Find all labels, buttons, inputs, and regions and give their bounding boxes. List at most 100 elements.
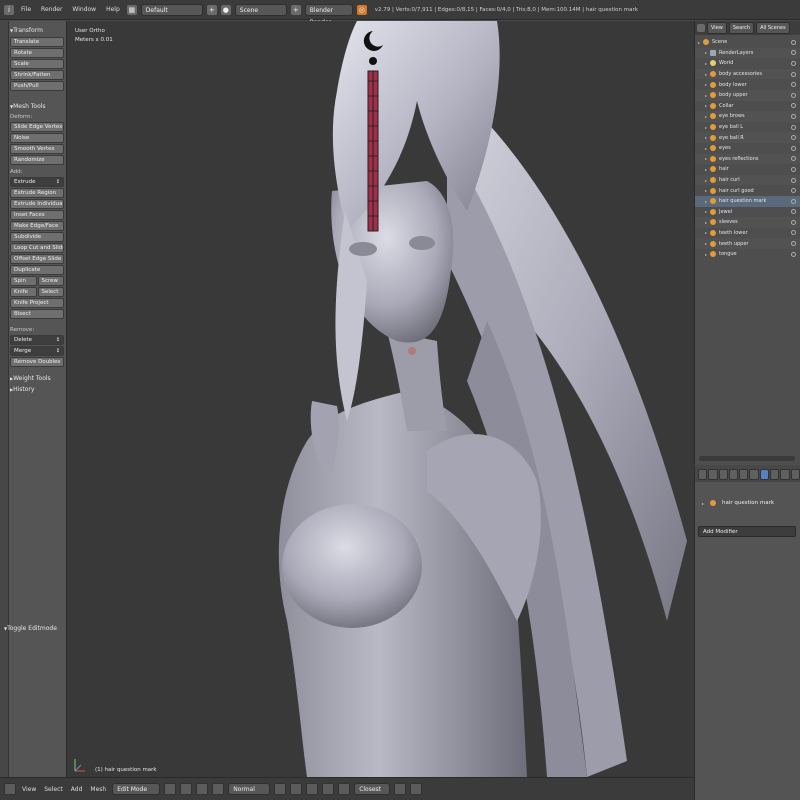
expand-toggle-icon[interactable]: ▸ <box>702 156 710 161</box>
extrude-dropdown[interactable]: Extrude <box>10 177 64 187</box>
expand-toggle-icon[interactable]: ▸ <box>702 50 710 55</box>
outliner-item[interactable]: ▸ body upper <box>695 89 800 101</box>
merge-dropdown[interactable]: Merge <box>10 346 64 356</box>
material-tab-icon[interactable] <box>780 468 790 480</box>
visibility-eye-icon[interactable] <box>791 60 796 66</box>
outliner-item[interactable]: ▸ sleeves <box>695 217 800 228</box>
visibility-eye-icon[interactable] <box>791 50 796 56</box>
outliner-item[interactable]: ▸ tongue <box>695 249 800 260</box>
push-pull-button[interactable]: Push/Pull <box>10 81 64 91</box>
expand-toggle-icon[interactable]: ▸ <box>702 114 710 119</box>
visibility-eye-icon[interactable] <box>791 71 796 77</box>
outliner-item[interactable]: ▸ teeth upper <box>695 238 800 249</box>
outliner-item[interactable]: ▸ hair curl good <box>695 185 800 196</box>
scene-selector[interactable]: Scene <box>234 3 287 16</box>
visibility-eye-icon[interactable] <box>791 251 796 257</box>
scene-tab-icon[interactable] <box>718 468 728 480</box>
outliner-item[interactable]: ▸ eye ball L <box>695 122 800 133</box>
outliner-item[interactable]: ▸ hair curl <box>695 174 800 186</box>
expand-toggle-icon[interactable]: ▸ <box>702 209 710 214</box>
vertex-select-icon[interactable] <box>274 783 287 795</box>
visibility-eye-icon[interactable] <box>791 135 796 141</box>
expand-toggle-icon[interactable]: ▸ <box>702 252 710 257</box>
expand-toggle-icon[interactable]: ▸ <box>702 230 710 235</box>
noise-button[interactable]: Noise <box>10 133 64 143</box>
outliner-item[interactable]: ▸ teeth lower <box>695 228 800 239</box>
visibility-eye-icon[interactable] <box>791 113 796 119</box>
shading-icon[interactable] <box>164 783 177 795</box>
outliner-scrollbar[interactable] <box>699 456 795 461</box>
face-select-icon[interactable] <box>306 783 319 795</box>
snap-selector[interactable]: Closest <box>354 783 391 795</box>
render-tab-icon[interactable] <box>698 468 708 480</box>
menu-view[interactable]: View <box>20 786 38 793</box>
loop-cut-slide-button[interactable]: Loop Cut and Slide <box>10 243 64 253</box>
translate-manip-icon[interactable] <box>212 783 225 795</box>
scale-button[interactable]: Scale <box>10 59 64 69</box>
expand-toggle-icon[interactable]: ▸ <box>702 199 710 204</box>
occlude-icon[interactable] <box>322 783 335 795</box>
extrude-individual-button[interactable]: Extrude Individual <box>10 199 64 209</box>
texture-tab-icon[interactable] <box>790 468 800 480</box>
shrink-fatten-button[interactable]: Shrink/Fatten <box>10 70 64 80</box>
outliner-item[interactable]: ▸ Jewel <box>695 207 800 218</box>
visibility-eye-icon[interactable] <box>791 209 796 215</box>
editor-type-icon[interactable] <box>4 783 16 795</box>
visibility-eye-icon[interactable] <box>791 156 796 162</box>
proportional-icon[interactable] <box>338 783 351 795</box>
outliner-view-menu[interactable]: View <box>707 22 727 34</box>
menu-render[interactable]: Render <box>38 6 65 13</box>
visibility-eye-icon[interactable] <box>791 241 796 247</box>
duplicate-button[interactable]: Duplicate <box>10 265 64 275</box>
constraints-tab-icon[interactable] <box>749 468 759 480</box>
outliner-item[interactable]: ▸ hair <box>695 164 800 175</box>
add-modifier-dropdown[interactable]: Add Modifier <box>698 526 796 537</box>
expand-toggle-icon[interactable]: ▸ <box>702 61 710 66</box>
translate-button[interactable]: Translate <box>10 37 64 47</box>
outliner-item[interactable]: ▸ body lower <box>695 79 800 90</box>
inset-faces-button[interactable]: Inset Faces <box>10 210 64 220</box>
expand-toggle-icon[interactable]: ▸ <box>702 167 710 172</box>
expand-toggle-icon[interactable]: ▸ <box>695 40 703 45</box>
bisect-button[interactable]: Bisect <box>10 309 64 319</box>
visibility-eye-icon[interactable] <box>791 188 796 194</box>
pin-icon[interactable]: ▸ <box>699 501 707 506</box>
toggle-editmode-header[interactable]: Toggle Editmode <box>4 625 57 632</box>
outliner-item[interactable]: ▸ RenderLayers <box>695 47 800 59</box>
orientation-selector[interactable]: Normal <box>228 783 271 795</box>
knife-project-button[interactable]: Knife Project <box>10 298 64 308</box>
snap-icon[interactable] <box>394 783 407 795</box>
make-edge-face-button[interactable]: Make Edge/Face <box>10 221 64 231</box>
mode-selector[interactable]: Edit Mode <box>112 783 161 795</box>
expand-toggle-icon[interactable]: ▸ <box>702 220 710 225</box>
visibility-eye-icon[interactable] <box>791 166 796 172</box>
outliner-item[interactable]: ▸ Collar <box>695 101 800 112</box>
outliner-item[interactable]: ▸ eyes <box>695 143 800 154</box>
layers-tab-icon[interactable] <box>708 468 718 480</box>
modifiers-tab-icon[interactable] <box>759 468 770 480</box>
visibility-eye-icon[interactable] <box>791 124 796 130</box>
visibility-eye-icon[interactable] <box>791 39 796 45</box>
expand-toggle-icon[interactable]: ▸ <box>702 188 710 193</box>
render-engine-selector[interactable]: Blender Render <box>304 3 353 26</box>
expand-toggle-icon[interactable]: ▸ <box>702 178 710 183</box>
rotate-button[interactable]: Rotate <box>10 48 64 58</box>
expand-toggle-icon[interactable]: ▸ <box>702 82 710 87</box>
visibility-eye-icon[interactable] <box>791 198 796 204</box>
visibility-eye-icon[interactable] <box>791 177 796 183</box>
expand-toggle-icon[interactable]: ▸ <box>702 135 710 140</box>
visibility-eye-icon[interactable] <box>791 145 796 151</box>
outliner-item[interactable]: ▸ body accessories <box>695 68 800 80</box>
outliner-item[interactable]: ▸ World <box>695 58 800 69</box>
menu-help[interactable]: Help <box>103 6 123 13</box>
outliner-item[interactable]: ▸ eye brows <box>695 111 800 122</box>
render-preview-icon[interactable] <box>410 783 423 795</box>
menu-window[interactable]: Window <box>69 6 99 13</box>
knife-button[interactable]: Knife <box>10 287 37 297</box>
info-editor-icon[interactable]: i <box>4 4 14 15</box>
transform-panel-header[interactable]: Transform <box>10 27 64 34</box>
layout-add-icon[interactable]: + <box>206 4 217 15</box>
outliner-item[interactable]: ▸ eyes reflections <box>695 153 800 165</box>
scene-add-icon[interactable]: + <box>290 4 301 15</box>
visibility-eye-icon[interactable] <box>791 92 796 98</box>
